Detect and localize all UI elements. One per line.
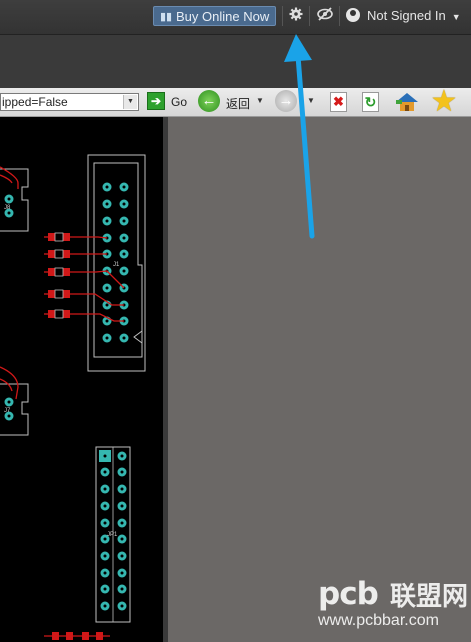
chevron-down-icon[interactable]: ▼ [123, 95, 137, 109]
toolbar-separator [309, 6, 310, 26]
back-button-label[interactable]: 返回 [226, 95, 250, 112]
watermark-chinese-text: 联盟网 [390, 581, 469, 611]
buy-online-now-button[interactable]: ▮▮ Buy Online Now [153, 6, 276, 26]
svg-text:J1: J1 [113, 262, 120, 268]
watermark-logo: pcb 联盟网 www.pcbbar.com [318, 574, 468, 636]
connector-j8: J8 [0, 166, 29, 232]
user-menu[interactable]: Not Signed In ▼ [346, 6, 461, 26]
resistor-pads [48, 233, 70, 318]
user-icon [346, 8, 360, 22]
go-button-label[interactable]: Go [171, 95, 187, 109]
home-icon[interactable] [394, 91, 420, 113]
toolbar-separator [282, 6, 283, 26]
chevron-down-icon: ▼ [451, 12, 461, 22]
buy-online-now-label: Buy Online Now [176, 9, 270, 24]
stop-icon[interactable]: ✖ [330, 92, 347, 112]
watermark-pcb-text: pcb [318, 576, 379, 612]
svg-text:J8: J8 [4, 205, 11, 211]
gear-icon[interactable] [287, 7, 305, 25]
chevron-down-icon[interactable]: ▼ [256, 96, 264, 105]
watermark-url: www.pcbbar.com [318, 612, 439, 629]
refresh-icon[interactable]: ↻ [362, 92, 379, 112]
pcb-canvas[interactable]: J8 J1 J7 JP1 [0, 117, 163, 642]
connector-j1: J1 [87, 154, 146, 372]
connector-jp1: JP1 [95, 446, 131, 623]
favorite-star-icon[interactable]: ★ [428, 87, 460, 117]
svg-text:J7: J7 [4, 408, 11, 414]
workspace-panel [168, 117, 471, 642]
go-icon[interactable]: ➔ [147, 92, 165, 110]
top-bar: ▮▮ Buy Online Now Not Signed In ▼ [0, 0, 471, 35]
user-status-label: Not Signed In [367, 8, 446, 23]
visibility-off-icon[interactable] [316, 7, 334, 25]
back-icon[interactable]: ← [198, 90, 220, 112]
filter-combobox[interactable]: ipped=False ▼ [0, 93, 139, 111]
connector-j7: J7 [0, 366, 29, 436]
cart-icon: ▮▮ [160, 11, 173, 23]
filter-value: ipped=False [2, 95, 68, 109]
navigation-toolbar: ipped=False ▼ ➔ Go ← 返回 ▼ → ▼ ✖ ↻ ★ [0, 87, 471, 117]
ribbon-area [0, 35, 471, 88]
toolbar-separator [339, 6, 340, 26]
chevron-down-icon[interactable]: ▼ [307, 96, 315, 105]
forward-icon[interactable]: → [275, 90, 297, 112]
bottom-resistors [44, 632, 110, 640]
svg-text:JP1: JP1 [107, 532, 118, 538]
